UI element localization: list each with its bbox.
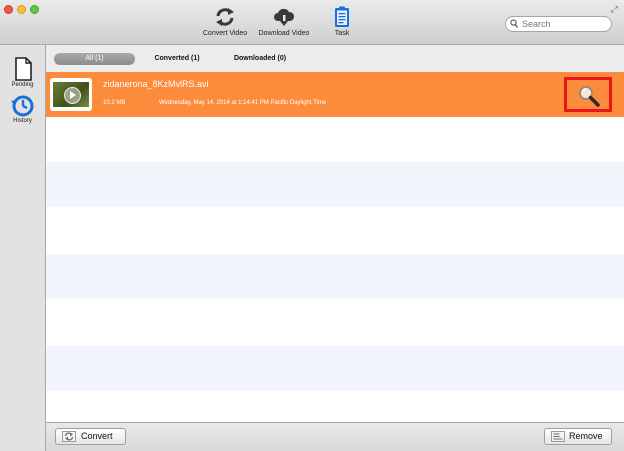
- zoom-window-button[interactable]: [30, 5, 39, 14]
- empty-row: [46, 346, 624, 391]
- convert-video-label: Convert Video: [202, 30, 248, 37]
- empty-row: [46, 208, 624, 253]
- fullscreen-icon[interactable]: ⤢: [611, 4, 618, 15]
- video-thumbnail: [50, 78, 92, 111]
- download-video-button[interactable]: Download Video: [255, 6, 313, 37]
- convert-button-label: Convert: [81, 431, 113, 441]
- magnifier-icon: [579, 86, 600, 107]
- sidebar-item-label: History: [13, 118, 32, 124]
- file-name: zidanerona_8KzMvlRS.avi: [103, 79, 209, 89]
- clipboard-icon: [335, 6, 349, 27]
- play-icon: [64, 87, 81, 104]
- sidebar-item-pending[interactable]: Pending: [0, 57, 45, 88]
- bottom-bar: Convert Remove: [46, 422, 624, 451]
- file-size: 10.2 MB: [103, 100, 126, 106]
- convert-refresh-icon: [216, 8, 234, 26]
- file-date: Wednesday, May 14, 2014 at 1:14:41 PM Pa…: [159, 100, 327, 106]
- task-button[interactable]: Task: [326, 6, 358, 37]
- convert-button[interactable]: Convert: [55, 428, 126, 445]
- filter-tabs: All (1) Converted (1) Downloaded (0): [46, 45, 624, 72]
- search-icon: [510, 19, 518, 28]
- empty-row: [46, 254, 624, 299]
- search-input[interactable]: Search: [505, 16, 612, 32]
- toolbar: ⤢ Convert Video Download Video Task Sear…: [0, 0, 624, 45]
- download-video-label: Download Video: [258, 30, 310, 37]
- tab-all[interactable]: All (1): [54, 53, 135, 65]
- document-icon: [14, 57, 32, 81]
- list-item[interactable]: zidanerona_8KzMvlRS.avi 10.2 MB Wednesda…: [46, 72, 624, 117]
- app-window: ⤢ Convert Video Download Video Task Sear…: [0, 0, 624, 451]
- empty-row: [46, 162, 624, 207]
- task-label: Task: [334, 30, 350, 37]
- empty-row: [46, 300, 624, 345]
- empty-row: [46, 117, 624, 162]
- tab-downloaded[interactable]: Downloaded (0): [226, 53, 294, 65]
- remove-button[interactable]: Remove: [544, 428, 612, 445]
- close-window-button[interactable]: [4, 5, 13, 14]
- sidebar-item-label: Pending: [11, 82, 34, 88]
- main-panel: All (1) Converted (1) Downloaded (0) zid…: [46, 45, 624, 422]
- sidebar: Pending History: [0, 45, 46, 451]
- history-list: zidanerona_8KzMvlRS.avi 10.2 MB Wednesda…: [46, 72, 624, 422]
- search-placeholder: Search: [522, 19, 551, 29]
- cloud-download-icon: [274, 8, 295, 26]
- convert-video-button[interactable]: Convert Video: [199, 6, 251, 37]
- sidebar-item-history[interactable]: History: [0, 95, 45, 124]
- find-in-folder-button[interactable]: [564, 77, 612, 112]
- minimize-window-button[interactable]: [17, 5, 26, 14]
- remove-button-label: Remove: [569, 431, 603, 441]
- history-clock-icon: [10, 95, 33, 117]
- remove-list-icon: [551, 431, 565, 442]
- convert-icon: [62, 431, 76, 442]
- tab-converted[interactable]: Converted (1): [147, 53, 207, 65]
